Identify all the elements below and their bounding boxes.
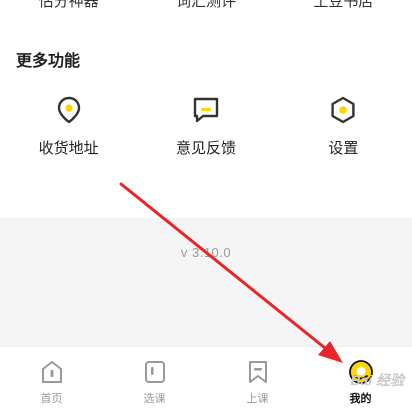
top-feature-vocab-test[interactable]: 词汇测评 bbox=[137, 0, 274, 13]
home-icon bbox=[41, 361, 62, 383]
feedback-label: 意见反馈 bbox=[175, 140, 236, 157]
course-select-icon bbox=[144, 361, 165, 383]
location-pin-icon bbox=[57, 96, 80, 124]
tab-class-label: 上课 bbox=[246, 393, 269, 405]
bookmark-icon bbox=[248, 361, 267, 383]
settings-icon bbox=[331, 96, 355, 124]
watermark-text: Bai 经验 bbox=[350, 372, 404, 388]
address-label: 收货地址 bbox=[38, 140, 99, 157]
tab-course-select-label: 选课 bbox=[143, 393, 166, 405]
address-button[interactable]: 收货地址 bbox=[0, 95, 137, 167]
tab-home[interactable]: 首页 bbox=[0, 347, 103, 416]
feedback-icon bbox=[193, 97, 219, 123]
more-features-grid: 收货地址 意见反馈 设置 bbox=[0, 95, 412, 167]
feedback-button[interactable]: 意见反馈 bbox=[137, 95, 274, 167]
tab-course-select[interactable]: 选课 bbox=[103, 347, 206, 416]
background-area bbox=[0, 218, 412, 346]
tab-class[interactable]: 上课 bbox=[206, 347, 309, 416]
tab-home-label: 首页 bbox=[40, 393, 63, 405]
top-feature-row: 估分神器 词汇测评 土豆书店 bbox=[0, 0, 412, 13]
more-features-title: 更多功能 bbox=[16, 53, 81, 70]
version-text: v 3.10.0 bbox=[180, 245, 232, 260]
top-feature-score-tool[interactable]: 估分神器 bbox=[0, 0, 137, 13]
settings-button[interactable]: 设置 bbox=[275, 95, 412, 167]
tab-mine-label: 我的 bbox=[349, 393, 372, 405]
settings-label: 设置 bbox=[328, 140, 359, 157]
top-feature-bookstore[interactable]: 土豆书店 bbox=[275, 0, 412, 13]
